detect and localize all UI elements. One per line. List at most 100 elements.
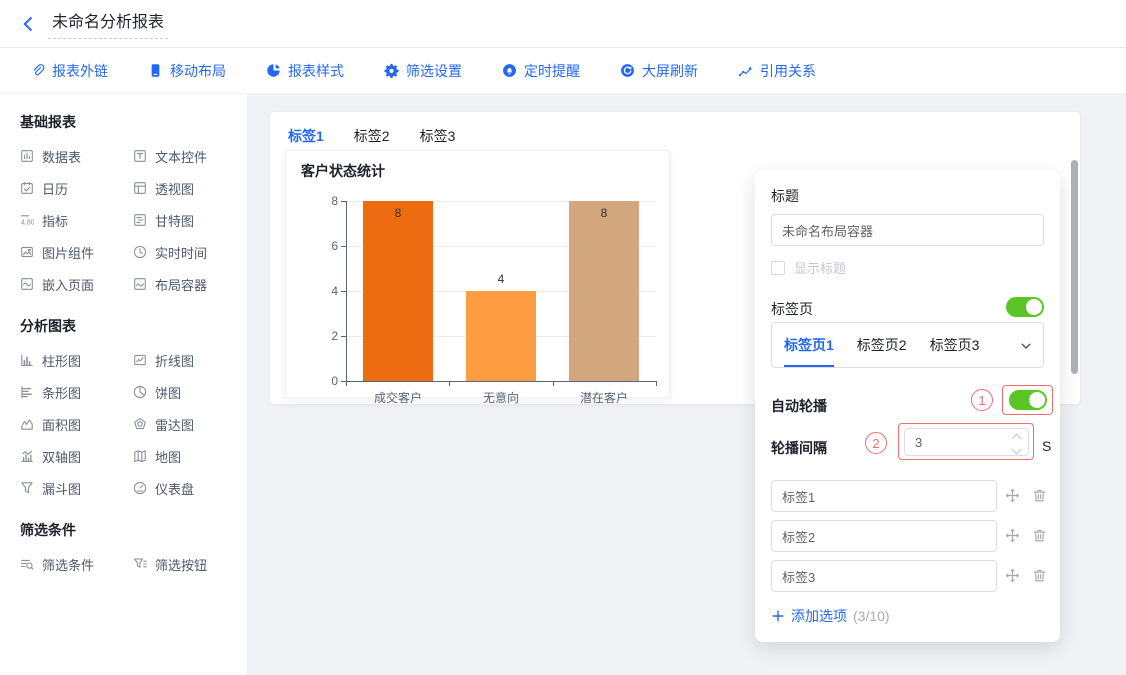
sidebar-item-gantt[interactable]: 甘特图: [133, 204, 233, 236]
auto-carousel-toggle[interactable]: [1008, 390, 1047, 410]
sidebar-item-column-chart[interactable]: 柱形图: [20, 344, 133, 376]
sidebar-item-radar-chart[interactable]: 雷达图: [133, 408, 233, 440]
chart-widget[interactable]: 客户状态统计 0 2 4 6 8 8 成交客户 4 无意向 8 潜在客户: [285, 150, 670, 405]
chart-bar: [569, 201, 639, 381]
x-axis-label: 无意向: [482, 391, 519, 405]
option-input-2[interactable]: [771, 520, 997, 552]
y-axis-label: 6: [331, 239, 338, 253]
sidebar-item-label: 图片组件: [42, 245, 95, 261]
y-axis-label: 8: [331, 194, 338, 208]
auto-carousel-label: 自动轮播: [771, 398, 827, 414]
sidebar-item-label: 嵌入页面: [42, 277, 95, 293]
tab-page-1[interactable]: 标签页1: [784, 323, 834, 367]
add-option-button[interactable]: 添加选项: [791, 606, 847, 626]
plus-icon[interactable]: [771, 609, 785, 623]
option-input-1[interactable]: [771, 480, 997, 512]
toolbar-item-scheduled-reminder[interactable]: 定时提醒: [502, 61, 580, 81]
sidebar-item-calendar[interactable]: 日历: [20, 172, 133, 204]
toolbar-item-mobile-layout[interactable]: 移动布局: [148, 61, 226, 81]
toolbar-item-reference-relation[interactable]: 引用关系: [738, 61, 816, 81]
sidebar-item-gauge-chart[interactable]: 仪表盘: [133, 472, 233, 504]
sidebar-item-image-widget[interactable]: 图片组件: [20, 236, 133, 268]
sidebar-item-label: 柱形图: [42, 353, 82, 369]
mobile-icon: [148, 63, 163, 78]
tab-page-3[interactable]: 标签页3: [930, 323, 980, 367]
sidebar-item-pie-chart[interactable]: 饼图: [133, 376, 233, 408]
bell-icon: [502, 63, 517, 78]
interval-input[interactable]: [905, 429, 1010, 455]
stepper-down-icon[interactable]: [1011, 444, 1022, 455]
back-button[interactable]: [20, 16, 36, 32]
tab-page-toggle[interactable]: [1006, 297, 1044, 317]
sidebar-item-label: 面积图: [42, 417, 82, 433]
filter-button-icon: [133, 557, 147, 571]
move-icon[interactable]: [1005, 488, 1020, 503]
toolbar-item-filter-settings[interactable]: 筛选设置: [384, 61, 462, 81]
sidebar-item-embed-page[interactable]: 嵌入页面: [20, 268, 133, 300]
sidebar-item-area-chart[interactable]: 面积图: [20, 408, 133, 440]
toolbar-item-screen-refresh[interactable]: 大屏刷新: [620, 61, 698, 81]
tab-page-selector: 标签页1 标签页2 标签页3: [771, 322, 1044, 368]
sidebar-item-layout-container[interactable]: 布局容器: [133, 268, 233, 300]
sidebar-item-label: 透视图: [155, 181, 195, 197]
app-header: 未命名分析报表: [0, 0, 1126, 48]
sidebar-item-label: 双轴图: [42, 449, 82, 465]
toolbar-item-label: 引用关系: [760, 62, 816, 79]
toolbar-item-report-style[interactable]: 报表样式: [266, 61, 344, 81]
line-chart-icon: [133, 353, 147, 367]
sidebar-item-line-chart[interactable]: 折线图: [133, 344, 233, 376]
sidebar-item-data-table[interactable]: 数据表: [20, 140, 133, 172]
container-icon: [133, 277, 147, 291]
refresh-icon: [620, 63, 635, 78]
trash-icon[interactable]: [1032, 528, 1047, 543]
trash-icon[interactable]: [1032, 488, 1047, 503]
toolbar-item-report-external-link[interactable]: 报表外链: [30, 61, 108, 81]
pie-chart-icon: [133, 385, 147, 399]
sidebar-item-filter-condition[interactable]: 筛选条件: [20, 548, 133, 580]
gantt-icon: [133, 213, 147, 227]
add-option-count: (3/10): [853, 608, 890, 624]
sidebar-item-map-chart[interactable]: 地图: [133, 440, 233, 472]
vertical-scrollbar-thumb[interactable]: [1071, 160, 1078, 374]
radar-icon: [133, 417, 147, 431]
tab-page-2[interactable]: 标签页2: [857, 323, 907, 367]
image-icon: [20, 245, 34, 259]
container-title-input[interactable]: [771, 214, 1044, 246]
gear-icon: [384, 63, 399, 78]
sidebar-item-metric[interactable]: 4,80 指标: [20, 204, 133, 236]
x-axis-label: 成交客户: [373, 391, 422, 405]
option-input-3[interactable]: [771, 560, 997, 592]
stepper-up-icon[interactable]: [1011, 433, 1022, 444]
sidebar-item-realtime-time[interactable]: 实时时间: [133, 236, 233, 268]
add-option-row: 添加选项 (3/10): [771, 606, 890, 626]
toolbar-item-label: 定时提醒: [524, 62, 580, 79]
annotation-circle-2: 2: [865, 432, 887, 454]
sidebar-item-label: 数据表: [42, 149, 82, 165]
toolbar: 报表外链 移动布局 报表样式 筛选设置 定时提醒 大屏刷新 引用关系: [0, 48, 1126, 94]
move-icon[interactable]: [1005, 568, 1020, 583]
chevron-down-icon[interactable]: [1019, 339, 1033, 353]
sidebar-item-label: 条形图: [42, 385, 82, 401]
svg-text:4,80: 4,80: [21, 220, 34, 227]
y-axis-label: 4: [331, 284, 338, 298]
annotation-circle-1: 1: [971, 389, 993, 411]
toolbar-item-label: 报表外链: [52, 62, 108, 79]
sidebar-item-bar-chart[interactable]: 条形图: [20, 376, 133, 408]
text-icon: [133, 149, 147, 163]
sidebar-item-pivot[interactable]: 透视图: [133, 172, 233, 204]
sidebar-section-title: 分析图表: [20, 318, 76, 334]
pie-icon: [266, 63, 281, 78]
show-title-checkbox[interactable]: [771, 260, 785, 275]
sidebar-item-dual-axis-chart[interactable]: 双轴图: [20, 440, 133, 472]
column-chart-icon: [20, 353, 34, 367]
toolbar-item-label: 筛选设置: [406, 62, 462, 79]
sidebar-item-label: 地图: [155, 449, 182, 465]
move-icon[interactable]: [1005, 528, 1020, 543]
y-axis-label: 0: [331, 374, 338, 388]
sidebar-item-text-widget[interactable]: 文本控件: [133, 140, 233, 172]
sidebar-item-filter-button[interactable]: 筛选按钮: [133, 548, 233, 580]
report-title[interactable]: 未命名分析报表: [48, 8, 169, 39]
sidebar-item-funnel-chart[interactable]: 漏斗图: [20, 472, 133, 504]
sidebar-item-label: 雷达图: [155, 417, 195, 433]
trash-icon[interactable]: [1032, 568, 1047, 583]
